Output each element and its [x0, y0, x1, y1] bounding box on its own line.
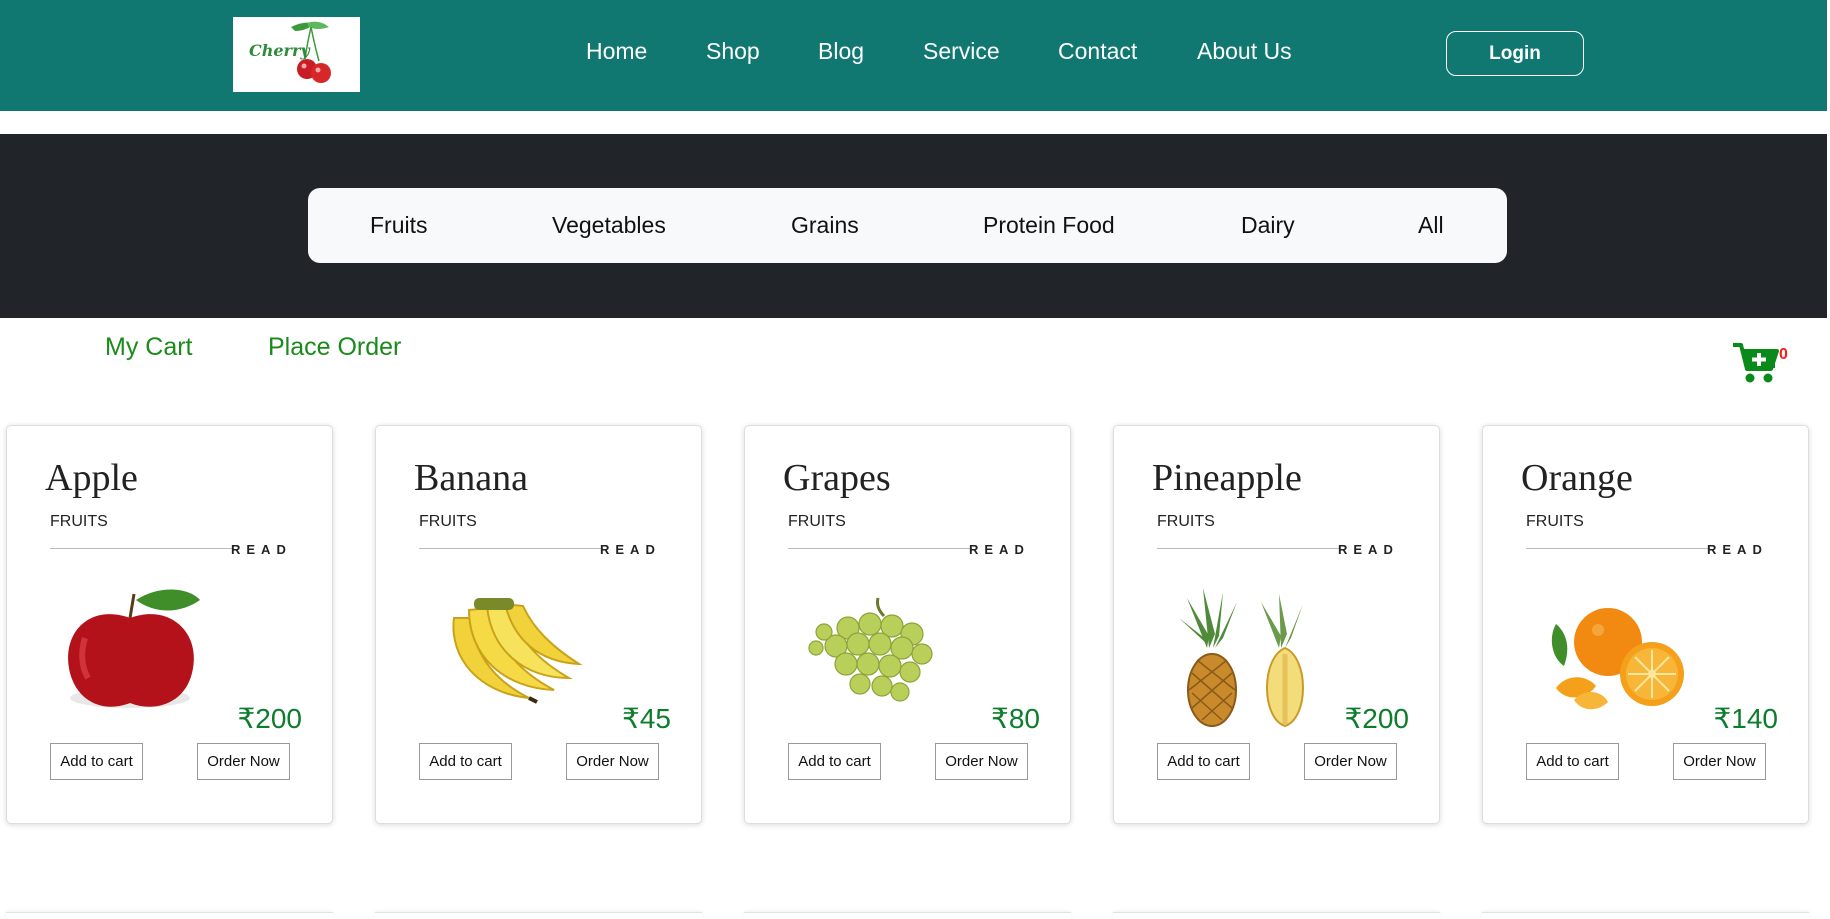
login-button[interactable]: Login — [1446, 31, 1584, 76]
product-name: Apple — [45, 457, 138, 499]
product-card: Grapes FRUITS READ ₹80 Add to cart Order… — [744, 425, 1071, 824]
pineapple-image — [1157, 578, 1337, 730]
nav-about-link[interactable]: About Us — [1197, 38, 1292, 65]
product-category: FRUITS — [1157, 513, 1215, 530]
divider — [1526, 548, 1710, 549]
apple-image — [50, 578, 230, 730]
logo-text: Cherry — [249, 41, 310, 60]
product-category: FRUITS — [1526, 513, 1584, 530]
divider — [1157, 548, 1341, 549]
read-link[interactable]: READ — [600, 542, 661, 557]
category-tab-vegetables[interactable]: Vegetables — [552, 212, 666, 239]
nav-home-link[interactable]: Home — [586, 38, 647, 65]
read-link[interactable]: READ — [1338, 542, 1399, 557]
product-category: FRUITS — [419, 513, 477, 530]
product-price: ₹200 — [237, 703, 302, 734]
product-category: FRUITS — [50, 513, 108, 530]
my-cart-link[interactable]: My Cart — [105, 333, 193, 362]
product-name: Orange — [1521, 457, 1633, 499]
cart-count-badge: 0 — [1779, 346, 1788, 363]
add-to-cart-button[interactable]: Add to cart — [788, 743, 881, 780]
add-to-cart-button[interactable]: Add to cart — [50, 743, 143, 780]
read-link[interactable]: READ — [231, 542, 292, 557]
category-tab-dairy[interactable]: Dairy — [1241, 212, 1295, 239]
product-card: Banana FRUITS READ ₹45 Add to cart Order… — [375, 425, 702, 824]
nav-blog-link[interactable]: Blog — [818, 38, 864, 65]
add-to-cart-button[interactable]: Add to cart — [1526, 743, 1619, 780]
order-now-button[interactable]: Order Now — [1304, 743, 1397, 780]
product-price: ₹140 — [1713, 703, 1778, 734]
product-category: FRUITS — [788, 513, 846, 530]
product-card: Orange FRUITS READ ₹140 Add to cart Orde… — [1482, 425, 1809, 824]
add-to-cart-button[interactable]: Add to cart — [1157, 743, 1250, 780]
order-now-button[interactable]: Order Now — [197, 743, 290, 780]
order-now-button[interactable]: Order Now — [935, 743, 1028, 780]
top-navbar: Cherry Home Shop Blog Service Contact Ab… — [0, 0, 1827, 111]
category-tabs: Fruits Vegetables Grains Protein Food Da… — [308, 188, 1507, 263]
cherry-logo[interactable]: Cherry — [233, 17, 360, 92]
nav-contact-link[interactable]: Contact — [1058, 38, 1137, 65]
category-tab-fruits[interactable]: Fruits — [370, 212, 428, 239]
product-price: ₹80 — [991, 703, 1040, 734]
read-link[interactable]: READ — [969, 542, 1030, 557]
category-tab-grains[interactable]: Grains — [791, 212, 859, 239]
product-price: ₹200 — [1344, 703, 1409, 734]
product-price: ₹45 — [622, 703, 671, 734]
product-name: Banana — [414, 457, 528, 499]
add-to-cart-button[interactable]: Add to cart — [419, 743, 512, 780]
category-tab-all[interactable]: All — [1418, 212, 1444, 239]
category-band: Fruits Vegetables Grains Protein Food Da… — [0, 134, 1827, 318]
order-now-button[interactable]: Order Now — [1673, 743, 1766, 780]
place-order-link[interactable]: Place Order — [268, 333, 401, 362]
order-now-button[interactable]: Order Now — [566, 743, 659, 780]
orange-image — [1526, 578, 1706, 730]
category-tab-protein-food[interactable]: Protein Food — [983, 212, 1115, 239]
nav-service-link[interactable]: Service — [923, 38, 1000, 65]
product-card: Apple FRUITS READ ₹200 Add to cart Order… — [6, 425, 333, 824]
divider — [50, 548, 234, 549]
product-name: Pineapple — [1152, 457, 1302, 499]
read-link[interactable]: READ — [1707, 542, 1768, 557]
product-card: Pineapple FRUITS READ ₹200 Add to cart O… — [1113, 425, 1440, 824]
divider — [419, 548, 603, 549]
banana-image — [419, 578, 599, 730]
grapes-image — [788, 578, 968, 730]
divider — [788, 548, 972, 549]
nav-shop-link[interactable]: Shop — [706, 38, 760, 65]
product-name: Grapes — [783, 457, 891, 499]
